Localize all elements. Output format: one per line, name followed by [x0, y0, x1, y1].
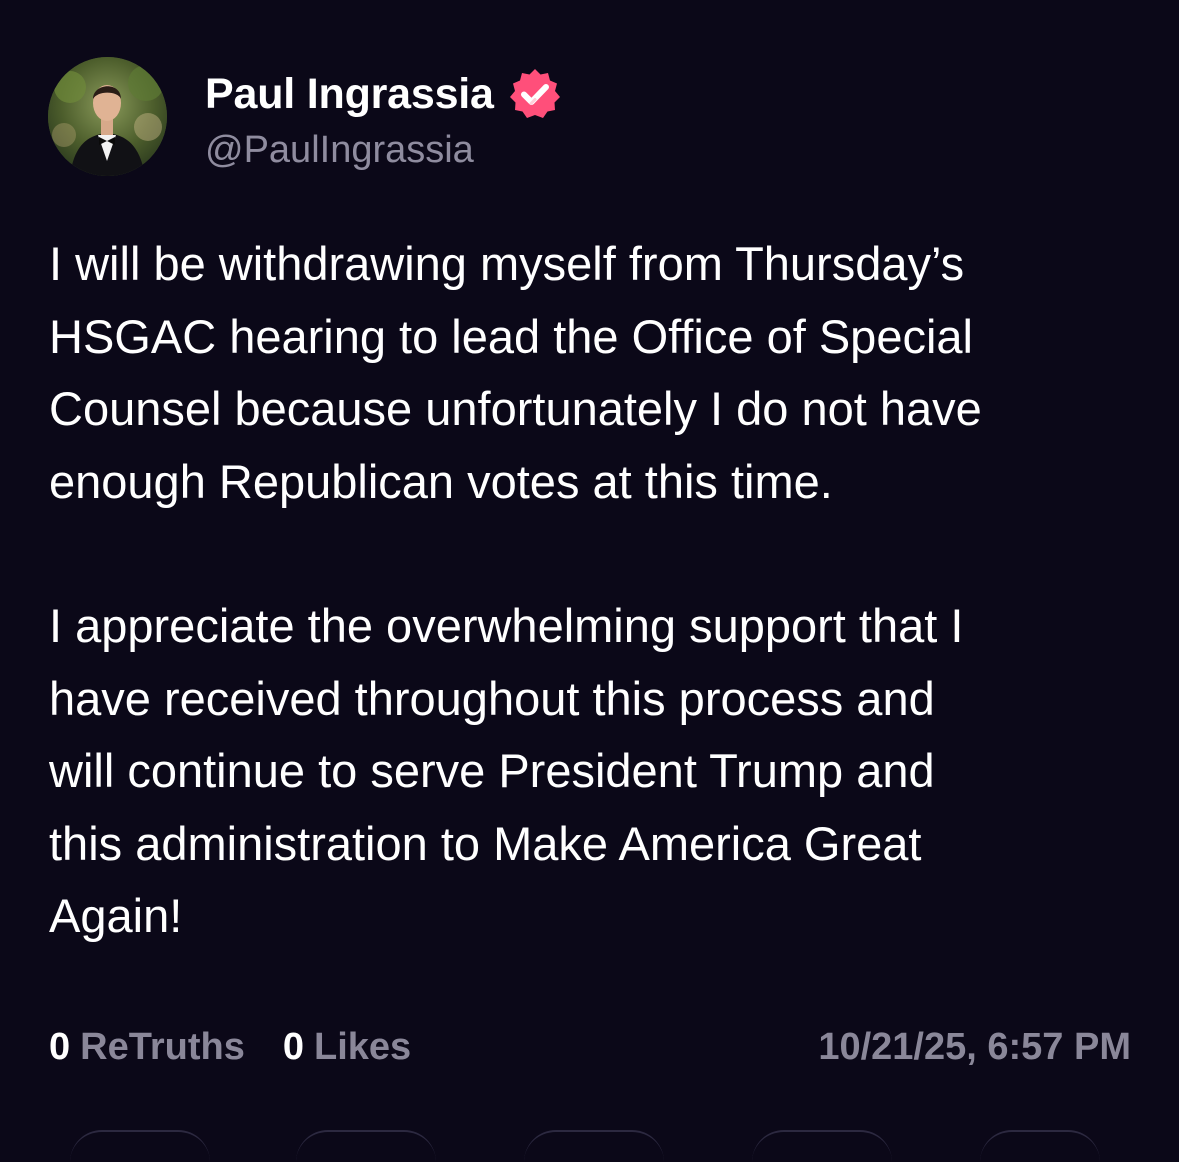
retruths-count: 0	[49, 1025, 71, 1068]
verified-badge-icon	[508, 67, 562, 121]
author-name-row[interactable]: Paul Ingrassia	[205, 66, 562, 122]
post-footer: 0 ReTruths 0 Likes 10/21/25, 6:57 PM	[49, 1022, 1131, 1072]
like-button[interactable]	[524, 1130, 664, 1162]
post-text-line: this administration to Make America Grea…	[49, 816, 922, 870]
post-text-line: enough Republican votes at this time.	[49, 454, 833, 508]
post-timestamp: 10/21/25, 6:57 PM	[818, 1025, 1131, 1068]
likes-label: Likes	[313, 1025, 412, 1068]
post-text-line: Counsel because unfortunately I do not h…	[49, 382, 982, 435]
post-body: I will be withdrawing myself from Thursd…	[49, 228, 1149, 953]
retruths-stat[interactable]: 0 ReTruths	[49, 1026, 245, 1069]
author-handle[interactable]: @PaulIngrassia	[205, 129, 474, 172]
post-text-line: Again!	[49, 889, 183, 942]
likes-stat[interactable]: 0 Likes	[283, 1026, 411, 1069]
post-paragraph: I appreciate the overwhelming support th…	[49, 590, 1149, 953]
share-button[interactable]	[752, 1130, 892, 1162]
post-text-line: HSGAC hearing to lead the Office of Spec…	[49, 309, 973, 363]
retruths-label: ReTruths	[80, 1025, 245, 1068]
likes-count: 0	[282, 1025, 304, 1068]
post-text-line: will continue to serve President Trump a…	[49, 744, 935, 797]
action-bar	[0, 1126, 1179, 1138]
more-button[interactable]	[980, 1130, 1100, 1162]
author-display-name[interactable]: Paul Ingrassia	[205, 70, 494, 119]
avatar[interactable]	[48, 57, 167, 176]
avatar-photo	[48, 57, 167, 176]
post-text-line: I will be withdrawing myself from Thursd…	[49, 237, 965, 290]
retruth-button[interactable]	[296, 1130, 436, 1162]
post-text-line: have received throughout this process an…	[49, 671, 935, 725]
post-card: Paul Ingrassia @PaulIngrassia I will be …	[0, 0, 1179, 1138]
post-paragraph: I will be withdrawing myself from Thursd…	[49, 228, 1149, 518]
reply-button[interactable]	[70, 1130, 210, 1162]
post-text-line: I appreciate the overwhelming support th…	[49, 599, 964, 652]
